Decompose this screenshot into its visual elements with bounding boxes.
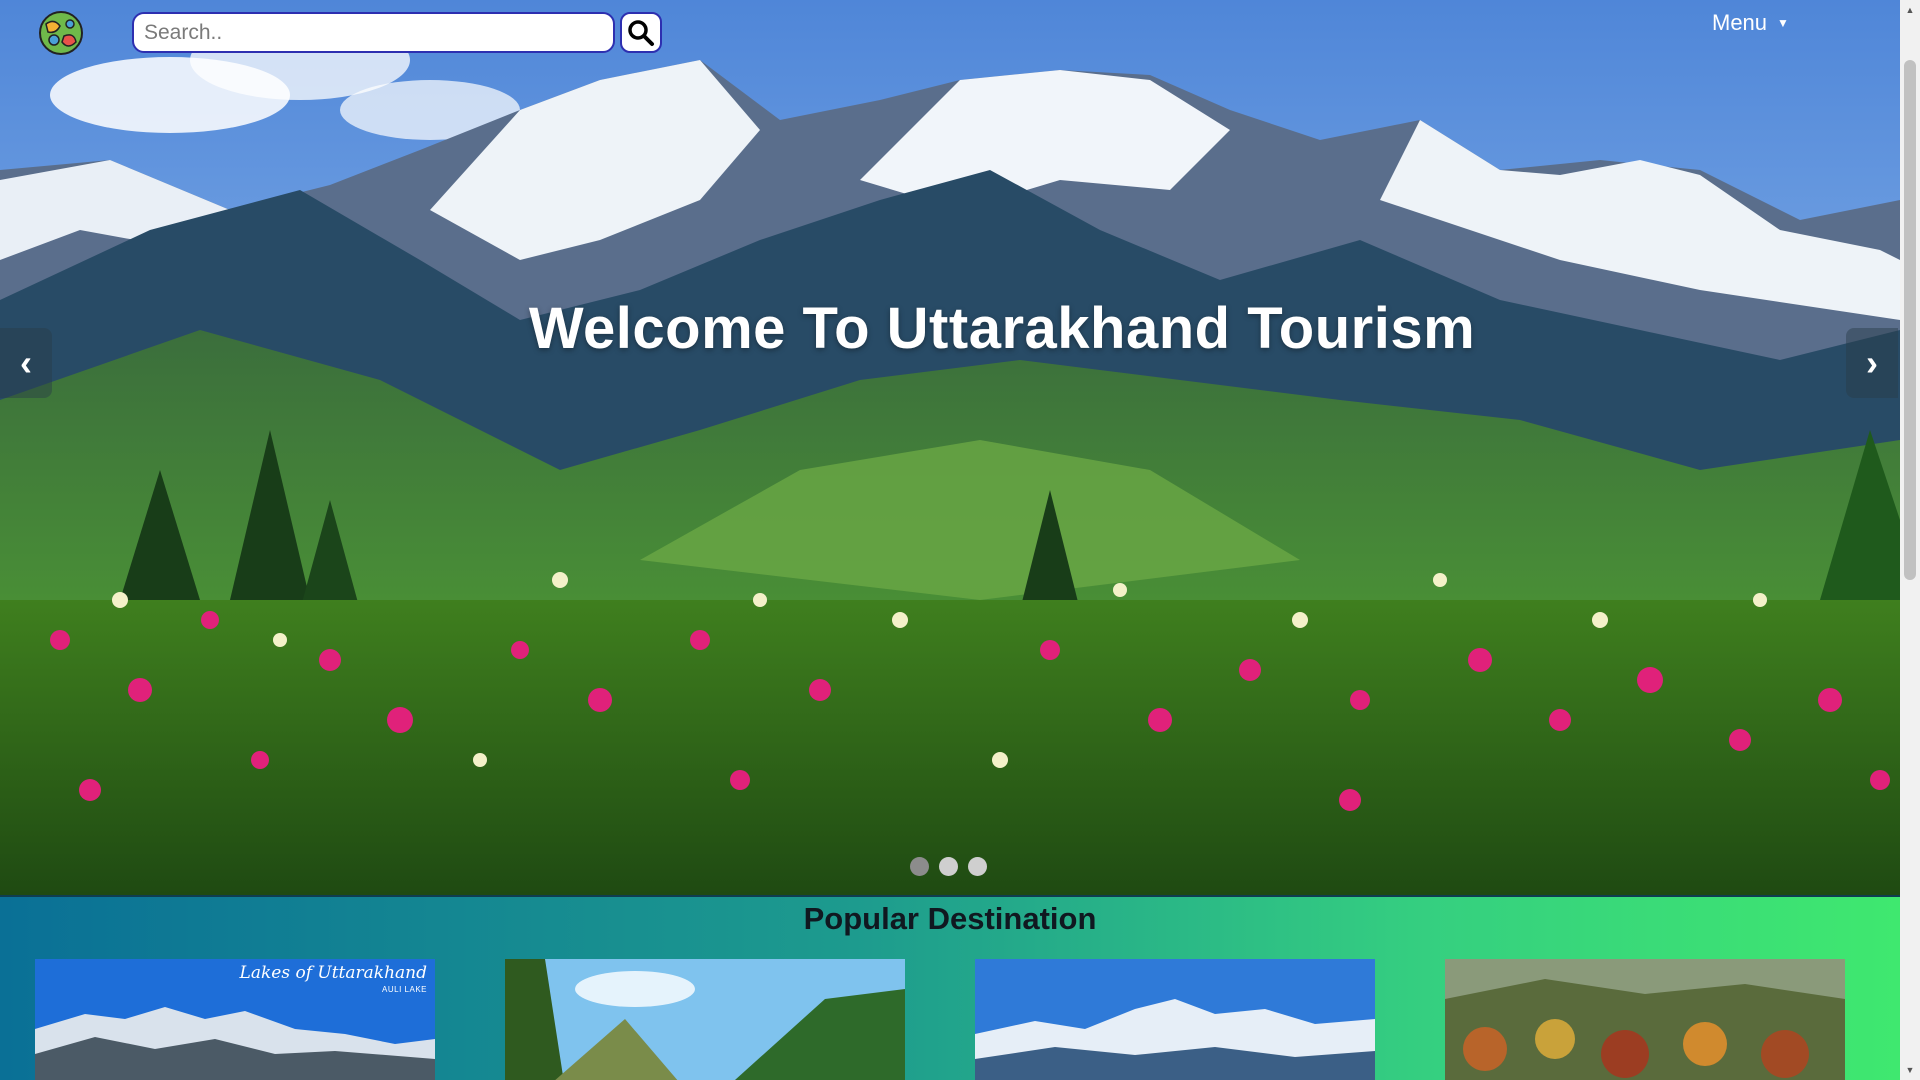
hero-carousel: Menu ▼ Welcome To Uttarakhand Tourism ‹ …: [0, 0, 1900, 895]
carousel-dot-3[interactable]: [968, 857, 987, 876]
scroll-up-arrow-icon[interactable]: ▲: [1900, 0, 1920, 20]
search-input[interactable]: [132, 12, 615, 53]
vertical-scrollbar[interactable]: ▲ ▼: [1900, 0, 1920, 1080]
destination-image-3: [975, 959, 1375, 1080]
hero-title: Welcome To Uttarakhand Tourism: [528, 296, 1476, 361]
menu-label: Menu: [1712, 10, 1768, 35]
popular-destinations-section: Popular Destination Lakes of Uttarakhand…: [0, 895, 1900, 1080]
destination-card-4[interactable]: [1445, 959, 1845, 1080]
chevron-left-icon: ‹: [20, 342, 32, 383]
destination-card-3[interactable]: [975, 959, 1375, 1080]
search-icon: [628, 19, 654, 46]
scrollbar-thumb[interactable]: [1904, 60, 1916, 580]
destination-card-2[interactable]: [505, 959, 905, 1080]
destination-image-4: [1445, 959, 1845, 1080]
card-caption: Lakes of Uttarakhand: [239, 963, 427, 983]
search-button[interactable]: [620, 12, 662, 53]
carousel-next-button[interactable]: ›: [1846, 328, 1898, 398]
destination-card-1[interactable]: Lakes of Uttarakhand AULI LAKE: [35, 959, 435, 1080]
globe-logo-icon[interactable]: [34, 10, 88, 56]
chevron-right-icon: ›: [1866, 342, 1878, 383]
carousel-indicators: [910, 857, 987, 876]
hero-background-image: [0, 0, 1900, 895]
menu-dropdown[interactable]: Menu ▼: [1712, 10, 1789, 36]
search-bar: [132, 12, 662, 53]
carousel-dot-2[interactable]: [939, 857, 958, 876]
scroll-down-arrow-icon[interactable]: ▼: [1900, 1060, 1920, 1080]
section-title: Popular Destination: [803, 901, 1097, 936]
carousel-prev-button[interactable]: ‹: [0, 328, 52, 398]
card-subcaption: AULI LAKE: [382, 985, 427, 994]
top-navbar: Menu ▼: [0, 0, 1900, 60]
carousel-dot-1[interactable]: [910, 857, 929, 876]
destination-image-2: [505, 959, 905, 1080]
caret-down-icon: ▼: [1777, 16, 1789, 30]
